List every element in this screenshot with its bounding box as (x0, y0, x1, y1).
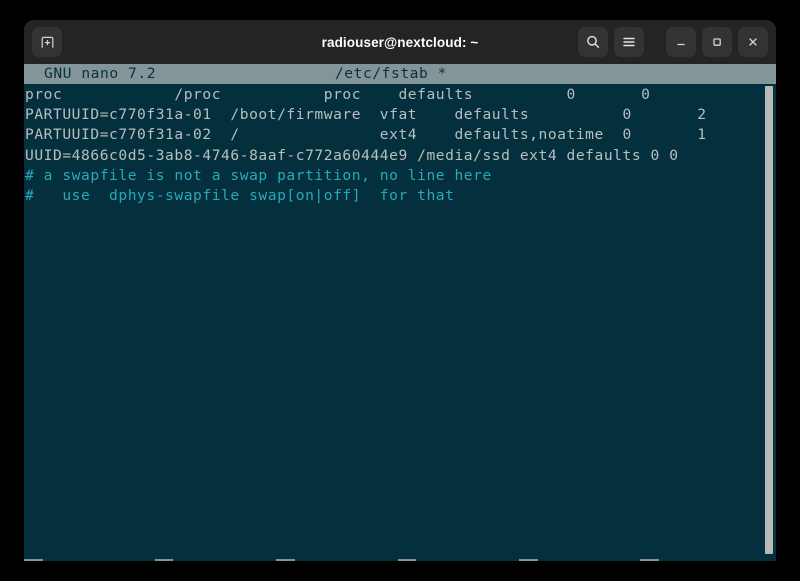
search-icon[interactable] (578, 27, 608, 57)
nano-shortcut-label: Position (659, 559, 743, 561)
maximize-icon[interactable] (702, 27, 732, 57)
nano-shortcut-label: Ausführen (538, 559, 641, 561)
terminal-body[interactable]: GNU nano 7.2 /etc/fstab * proc /proc pro… (24, 64, 776, 561)
nano-shortcut-key: ^O (154, 559, 174, 561)
new-tab-icon[interactable] (32, 27, 62, 57)
nano-shortcut-label: Speichern (173, 559, 276, 561)
nano-filename-label: /etc/fstab * (334, 64, 448, 82)
titlebar-right-controls (578, 27, 768, 57)
nano-shortcut-G[interactable]: ^G Hilfe (24, 559, 155, 561)
nano-shortcut-T[interactable]: ^T Ausführen (518, 559, 641, 561)
nano-shortcut-C[interactable]: ^C Position (640, 559, 743, 561)
editor-line: PARTUUID=c770f31a-01 /boot/firmware vfat… (25, 106, 707, 124)
nano-shortcut-O[interactable]: ^O Speichern (154, 559, 276, 561)
nano-shortcut-label: Ausschneid (416, 559, 519, 561)
menu-icon[interactable] (614, 27, 644, 57)
terminal-window: radiouser@nextcloud: ~ GNU nano 7.2 /etc… (24, 20, 776, 561)
nano-shortcut-bar: ^G Hilfe ^O Speichern ^W Wo ist ^K Aussc… (24, 519, 776, 561)
nano-shortcut-key: ^K (397, 559, 417, 561)
editor-line: UUID=4866c0d5-3ab8-4746-8aaf-c772a60444e… (25, 146, 679, 164)
nano-shortcut-key: ^T (518, 559, 538, 561)
nano-shortcut-key: ^G (24, 559, 43, 561)
editor-line: PARTUUID=c770f31a-02 / ext4 defaults,noa… (25, 126, 707, 144)
nano-shortcut-label: Wo ist (295, 559, 398, 561)
nano-shortcut-row-1: ^G Hilfe ^O Speichern ^W Wo ist ^K Aussc… (24, 559, 776, 561)
nano-shortcut-K[interactable]: ^K Ausschneid (397, 559, 519, 561)
terminal-scrollbar[interactable] (762, 84, 776, 561)
minimize-icon[interactable] (666, 27, 696, 57)
window-titlebar: radiouser@nextcloud: ~ (24, 20, 776, 64)
editor-line: # use dphys-swapfile swap[on|off] for th… (25, 186, 455, 204)
editor-line: proc /proc proc defaults 0 0 (25, 86, 651, 103)
editor-line: # a swapfile is not a swap partition, no… (25, 166, 492, 184)
nano-editor-area[interactable]: proc /proc proc defaults 0 0 PARTUUID=c77… (24, 84, 776, 498)
nano-shortcut-key: ^W (276, 559, 295, 561)
nano-shortcut-label: Hilfe (43, 559, 155, 561)
nano-shortcut-key: ^C (640, 559, 659, 561)
titlebar-left-controls (32, 27, 62, 57)
scrollbar-thumb[interactable] (765, 86, 773, 554)
close-icon[interactable] (738, 27, 768, 57)
nano-header-bar: GNU nano 7.2 /etc/fstab * (24, 64, 776, 84)
nano-shortcut-W[interactable]: ^W Wo ist (276, 559, 397, 561)
